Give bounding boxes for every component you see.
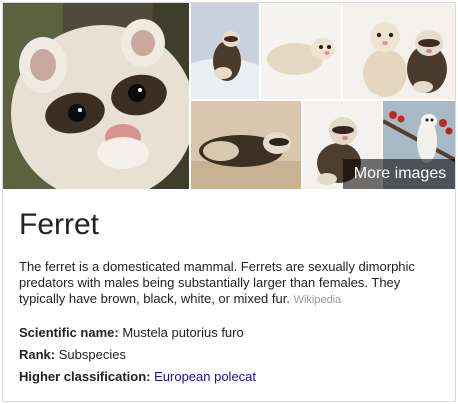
european-polecat-link[interactable]: European polecat: [154, 369, 256, 384]
facts-list: Scientific name: Mustela putorius furo R…: [19, 325, 439, 391]
fact-label: Scientific name:: [19, 325, 119, 340]
fact-value: Subspecies: [58, 347, 126, 362]
ferret-lying-photo[interactable]: [191, 101, 301, 189]
ferret-in-snow-photo[interactable]: [191, 3, 259, 99]
fact-scientific-name: Scientific name: Mustela putorius furo: [19, 325, 439, 347]
two-ferrets-photo[interactable]: [343, 3, 455, 99]
entity-title: Ferret: [19, 208, 100, 241]
fact-label: Higher classification:: [19, 369, 151, 384]
fact-higher-classification: Higher classification: European polecat: [19, 369, 439, 391]
wikipedia-source-link[interactable]: Wikipedia: [294, 294, 342, 306]
knowledge-panel: More images Ferret The ferret is a domes…: [2, 2, 456, 402]
ferret-closeup-photo[interactable]: [3, 3, 189, 189]
entity-description: The ferret is a domesticated mammal. Fer…: [19, 259, 439, 308]
more-images-button[interactable]: More images: [343, 159, 455, 189]
description-text: The ferret is a domesticated mammal. Fer…: [19, 259, 415, 306]
image-gallery: More images: [3, 3, 455, 189]
white-ferret-photo[interactable]: [261, 3, 341, 99]
fact-value: Mustela putorius furo: [122, 325, 244, 340]
fact-label: Rank:: [19, 347, 56, 362]
fact-rank: Rank: Subspecies: [19, 347, 439, 369]
